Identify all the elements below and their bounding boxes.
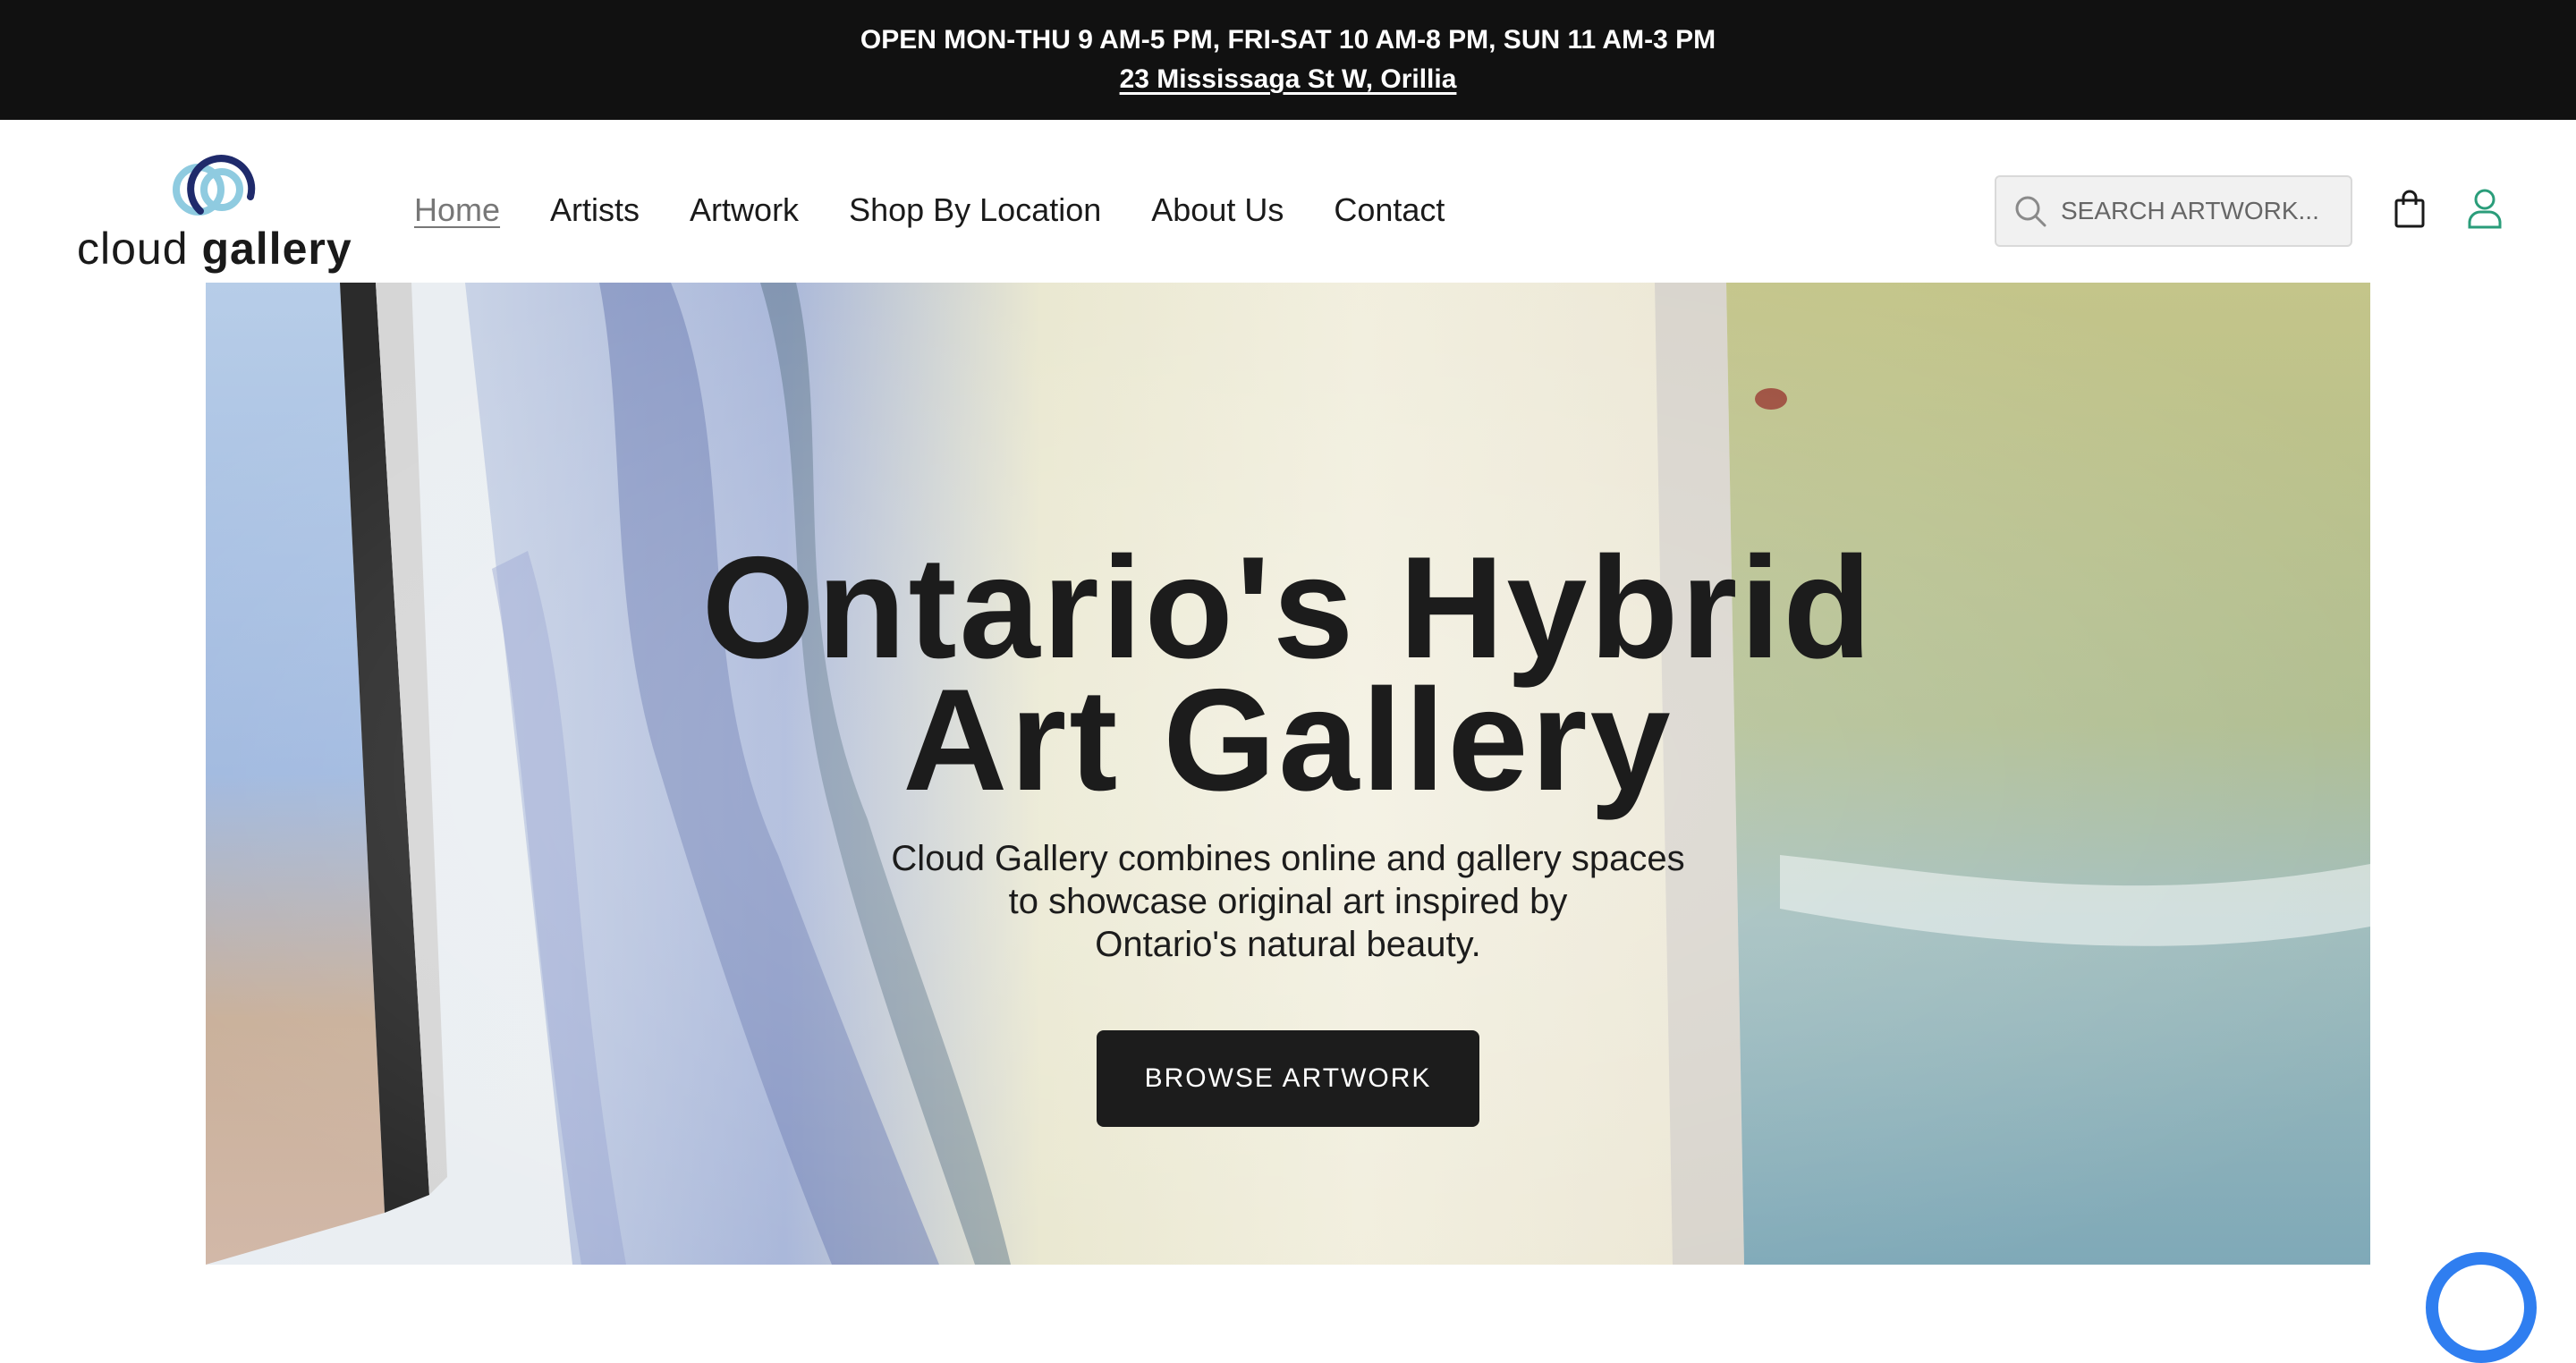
hero-subtitle: Cloud Gallery combines online and galler… — [206, 837, 2370, 966]
site-header: cloud gallery Home Artists Artwork Shop … — [0, 120, 2576, 283]
nav-item-shop-by-location[interactable]: Shop By Location — [849, 191, 1101, 229]
nav-item-contact[interactable]: Contact — [1334, 191, 1445, 229]
hero-subtitle-line1: Cloud Gallery combines online and galler… — [891, 839, 1685, 878]
announcement-bar: OPEN MON-THU 9 AM-5 PM, FRI-SAT 10 AM-8 … — [0, 0, 2576, 120]
browse-artwork-button[interactable]: BROWSE ARTWORK — [1097, 1030, 1479, 1127]
shopping-bag-icon[interactable] — [2394, 190, 2426, 229]
logo-wordmark: cloud gallery — [77, 224, 352, 274]
logo-word-cloud: cloud — [77, 224, 189, 274]
nav-item-artwork[interactable]: Artwork — [690, 191, 799, 229]
site-logo[interactable]: cloud gallery — [77, 147, 352, 279]
search-icon[interactable] — [2012, 193, 2048, 229]
hero-title-line1: Ontario's Hybrid — [701, 527, 1875, 689]
hero-subtitle-line2: to showcase original art inspired by — [1008, 882, 1568, 921]
search-input[interactable] — [2061, 197, 2329, 225]
hero-title-line2: Art Gallery — [902, 659, 1674, 821]
search-box[interactable] — [1995, 175, 2352, 247]
hero-banner: Ontario's Hybrid Art Gallery Cloud Galle… — [206, 283, 2370, 1265]
nav-item-artists[interactable]: Artists — [550, 191, 640, 229]
cloud-rings-icon — [173, 155, 256, 216]
nav-item-about-us[interactable]: About Us — [1151, 191, 1284, 229]
hero-title: Ontario's Hybrid Art Gallery — [206, 527, 2370, 821]
logo-word-gallery: gallery — [201, 224, 352, 274]
chat-widget-button[interactable] — [2426, 1252, 2537, 1363]
store-address-link[interactable]: 23 Mississaga St W, Orillia — [1120, 60, 1457, 99]
main-nav: Home Artists Artwork Shop By Location Ab… — [414, 188, 1445, 233]
user-icon[interactable] — [2467, 188, 2503, 229]
store-hours: OPEN MON-THU 9 AM-5 PM, FRI-SAT 10 AM-8 … — [860, 25, 1716, 55]
hero-subtitle-line3: Ontario's natural beauty. — [1095, 925, 1481, 964]
nav-item-home[interactable]: Home — [414, 191, 500, 229]
